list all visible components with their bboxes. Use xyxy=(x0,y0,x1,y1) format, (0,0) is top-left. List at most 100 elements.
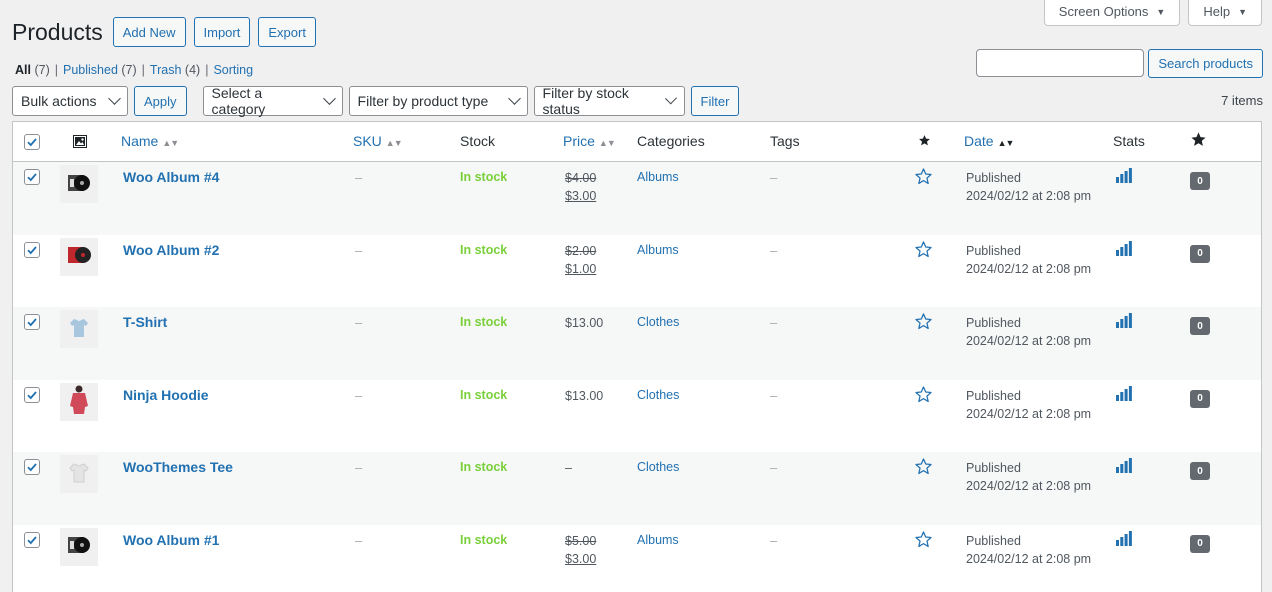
row-checkbox[interactable] xyxy=(24,241,40,258)
view-separator: | xyxy=(205,63,209,77)
table-row[interactable]: T-Shirt – In stock $13.00 Clothes – Published 2… xyxy=(13,307,1261,380)
row-checkbox[interactable] xyxy=(24,386,40,403)
product-name-link[interactable]: Ninja Hoodie xyxy=(123,387,209,403)
stats-chart-icon[interactable] xyxy=(1116,313,1132,331)
featured-star-icon[interactable] xyxy=(914,457,933,479)
price-sale: $3.00 xyxy=(565,189,597,203)
view-published[interactable]: Published (7) xyxy=(63,63,137,77)
product-type-select[interactable]: Filter by product type xyxy=(348,86,528,116)
category-link[interactable]: Clothes xyxy=(637,315,679,329)
stats-chart-icon[interactable] xyxy=(1116,458,1132,476)
product-name-link[interactable]: Woo Album #2 xyxy=(123,242,219,258)
column-price[interactable]: Price ▲▼ xyxy=(563,133,616,149)
featured-star-icon[interactable] xyxy=(914,240,933,262)
add-new-button[interactable]: Add New xyxy=(112,17,186,47)
count-badge: 0 xyxy=(1190,462,1210,481)
stats-chart-icon[interactable] xyxy=(1116,530,1132,549)
sort-icon: ▲▼ xyxy=(385,138,403,148)
column-stock: Stock xyxy=(460,133,496,149)
stats-chart-icon[interactable] xyxy=(1116,385,1132,404)
tags-value: – xyxy=(770,532,778,548)
album-black-icon xyxy=(66,172,92,197)
tags-value: – xyxy=(770,170,778,185)
row-checkbox[interactable] xyxy=(24,169,40,185)
product-name-link[interactable]: WooThemes Tee xyxy=(123,459,233,475)
post-date: 2024/02/12 at 2:08 pm xyxy=(966,261,1092,276)
stock-status: In stock xyxy=(460,532,508,547)
product-name-link[interactable]: Woo Album #4 xyxy=(123,169,219,185)
product-name-link[interactable]: Woo Album #1 xyxy=(123,532,219,548)
table-row[interactable]: Woo Album #2 – In stock $2.00 $1.00 Albums – Pu… xyxy=(13,235,1261,308)
chevron-down-icon xyxy=(322,92,336,105)
help-button[interactable]: Help ▼ xyxy=(1188,0,1262,26)
product-thumbnail[interactable] xyxy=(60,527,98,566)
export-button[interactable]: Export xyxy=(258,17,316,47)
post-status: Published xyxy=(966,388,1021,403)
post-status: Published xyxy=(966,533,1021,548)
row-checkbox[interactable] xyxy=(24,314,40,331)
search-box: Search products xyxy=(976,49,1263,78)
stats-chart-icon[interactable] xyxy=(1116,240,1132,259)
search-input[interactable] xyxy=(976,49,1145,77)
row-checkbox[interactable] xyxy=(24,531,40,548)
filter-button[interactable]: Filter xyxy=(690,86,740,116)
category-link[interactable]: Albums xyxy=(637,170,679,184)
category-select[interactable]: Select a category xyxy=(202,85,343,117)
screen-options-button[interactable]: Screen Options ▼ xyxy=(1043,0,1181,26)
price: $4.00 $3.00 xyxy=(565,169,596,205)
product-name-link[interactable]: T-Shirt xyxy=(123,314,167,330)
products-table: Name ▲▼ SKU ▲▼ Stock Price ▲▼ Categories Ta… xyxy=(12,121,1262,592)
stats-chart-icon[interactable] xyxy=(1116,168,1132,186)
category-link[interactable]: Albums xyxy=(637,533,679,547)
bulk-actions-label: Bulk actions xyxy=(21,93,97,109)
product-thumbnail[interactable] xyxy=(60,382,98,421)
featured-star-icon xyxy=(918,134,931,150)
column-name[interactable]: Name ▲▼ xyxy=(121,133,179,149)
product-thumbnail[interactable] xyxy=(60,237,98,276)
date-cell: Published 2024/02/12 at 2:08 pm xyxy=(966,387,1091,423)
import-button[interactable]: Import xyxy=(193,17,251,47)
count-badge: 0 xyxy=(1190,172,1210,190)
bulk-actions-select[interactable]: Bulk actions xyxy=(12,86,128,116)
apply-button[interactable]: Apply xyxy=(134,86,187,116)
sku-value: – xyxy=(355,242,363,258)
category-link[interactable]: Clothes xyxy=(637,460,679,474)
help-label: Help xyxy=(1203,4,1231,19)
table-row[interactable]: WooThemes Tee – In stock – Clothes – Published… xyxy=(13,452,1261,525)
featured-star-icon[interactable] xyxy=(914,312,933,334)
featured-star-icon[interactable] xyxy=(914,167,933,189)
checkmark-icon xyxy=(27,138,37,147)
price: $2.00 $1.00 xyxy=(565,242,596,278)
view-sorting[interactable]: Sorting xyxy=(213,63,253,77)
category-link[interactable]: Albums xyxy=(637,243,679,257)
table-row[interactable]: Ninja Hoodie – In stock $13.00 Clothes – Publi… xyxy=(13,380,1261,453)
screen-meta-links: Screen Options ▼ Help ▼ xyxy=(1043,0,1262,26)
product-thumbnail[interactable] xyxy=(60,310,98,349)
stock-status-label: Filter by stock status xyxy=(542,85,629,117)
album-black-icon xyxy=(66,534,92,559)
checkmark-icon xyxy=(27,246,37,254)
row-checkbox[interactable] xyxy=(24,459,40,476)
category-link[interactable]: Clothes xyxy=(637,388,679,402)
featured-star-icon[interactable] xyxy=(914,530,933,552)
select-all-checkbox[interactable] xyxy=(24,134,40,150)
price: – xyxy=(565,459,572,477)
view-all[interactable]: All (7) xyxy=(15,63,50,77)
chevron-down-icon xyxy=(108,92,121,105)
view-trash[interactable]: Trash (4) xyxy=(150,63,200,77)
stock-status-select[interactable]: Filter by stock status xyxy=(533,85,685,117)
hoodie-red-icon xyxy=(67,384,91,419)
sort-icon: ▲▼ xyxy=(598,138,616,148)
product-thumbnail[interactable] xyxy=(60,165,98,203)
search-products-button[interactable]: Search products xyxy=(1148,49,1263,78)
price: $5.00 $3.00 xyxy=(565,532,596,568)
table-row[interactable]: Woo Album #1 – In stock $5.00 $3.00 Albums – Pu… xyxy=(13,525,1261,592)
tags-value: – xyxy=(770,242,778,258)
table-row[interactable]: Woo Album #4 – In stock $4.00 $3.00 Albums – Pu… xyxy=(13,162,1261,235)
checkmark-icon xyxy=(27,463,37,472)
stock-status: In stock xyxy=(460,315,508,330)
column-sku[interactable]: SKU ▲▼ xyxy=(353,133,403,149)
product-thumbnail[interactable] xyxy=(60,455,98,494)
featured-star-icon[interactable] xyxy=(914,385,933,407)
column-date[interactable]: Date ▲▼ xyxy=(964,133,1014,149)
